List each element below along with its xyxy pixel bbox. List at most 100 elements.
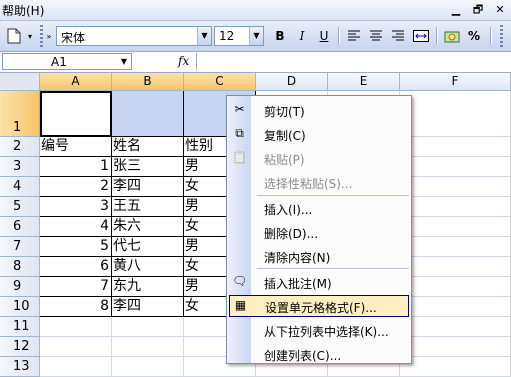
cell-a11[interactable] bbox=[40, 317, 112, 337]
row-header-9[interactable]: 9 bbox=[0, 277, 40, 297]
cell-b13[interactable] bbox=[112, 357, 184, 377]
row-header-5[interactable]: 5 bbox=[0, 197, 40, 217]
chevron-down-icon[interactable]: ▼ bbox=[249, 27, 263, 45]
cell-a2[interactable]: 编号 bbox=[40, 137, 112, 157]
row-header-12[interactable]: 12 bbox=[0, 337, 40, 357]
toolbar-options-icon[interactable]: ▾ bbox=[26, 26, 34, 46]
cell-f2[interactable] bbox=[400, 137, 511, 157]
name-box[interactable]: A1 ▼ bbox=[2, 53, 132, 70]
context-menu-item[interactable]: ✂ 剪切(T) bbox=[227, 99, 411, 121]
context-menu-item[interactable]: 插入(I)... bbox=[227, 197, 411, 219]
cell-a4[interactable]: 2 bbox=[40, 177, 112, 197]
context-menu-item[interactable]: 清除内容(N) bbox=[227, 245, 411, 267]
cell-a13[interactable] bbox=[40, 357, 112, 377]
row-header-7[interactable]: 7 bbox=[0, 237, 40, 257]
column-header-e[interactable]: E bbox=[328, 73, 400, 91]
context-menu-item[interactable]: 删除(D)... bbox=[227, 221, 411, 243]
cell-b11[interactable] bbox=[112, 317, 184, 337]
cell-f12[interactable] bbox=[400, 337, 511, 357]
context-menu-item-label: 插入批注(M) bbox=[264, 277, 332, 291]
toolbar-grip[interactable] bbox=[500, 25, 503, 47]
context-menu-item[interactable]: 从下拉列表中选择(K)... bbox=[227, 319, 411, 341]
row-header-11[interactable]: 11 bbox=[0, 317, 40, 337]
column-header-c[interactable]: C bbox=[184, 73, 256, 91]
context-menu-item[interactable]: 创建列表(C)... bbox=[227, 343, 411, 363]
cell-f8[interactable] bbox=[400, 257, 511, 277]
cell-b12[interactable] bbox=[112, 337, 184, 357]
cell-a9[interactable]: 7 bbox=[40, 277, 112, 297]
cell-b7[interactable]: 代七 bbox=[112, 237, 184, 257]
cell-b2[interactable]: 姓名 bbox=[112, 137, 184, 157]
align-left-icon[interactable] bbox=[344, 26, 364, 46]
cell-f11[interactable] bbox=[400, 317, 511, 337]
chevron-down-icon[interactable]: ▼ bbox=[197, 27, 211, 45]
cell-f5[interactable] bbox=[400, 197, 511, 217]
bold-button[interactable]: B bbox=[270, 26, 290, 46]
percent-button[interactable]: % bbox=[464, 26, 484, 46]
cell-f7[interactable] bbox=[400, 237, 511, 257]
column-header-f[interactable]: F bbox=[400, 73, 511, 91]
formula-input[interactable] bbox=[196, 53, 511, 70]
context-menu-item[interactable]: 🗨 插入批注(M) bbox=[227, 271, 411, 293]
row-header-3[interactable]: 3 bbox=[0, 157, 40, 177]
cell-b3[interactable]: 张三 bbox=[112, 157, 184, 177]
cell-f1[interactable] bbox=[400, 91, 511, 137]
formula-bar: A1 ▼ fx bbox=[0, 52, 511, 73]
context-menu-item[interactable]: ▦ 设置单元格格式(F)... bbox=[229, 295, 409, 317]
chevron-down-icon[interactable]: ▼ bbox=[117, 54, 131, 69]
italic-button[interactable]: I bbox=[292, 26, 312, 46]
currency-icon[interactable] bbox=[442, 26, 462, 46]
select-all-corner[interactable] bbox=[0, 73, 40, 91]
paste-icon: 📋 bbox=[232, 150, 247, 164]
cell-f10[interactable] bbox=[400, 297, 511, 317]
cell-b6[interactable]: 朱六 bbox=[112, 217, 184, 237]
align-center-icon[interactable] bbox=[366, 26, 386, 46]
column-header-b[interactable]: B bbox=[112, 73, 184, 91]
insert-function-icon[interactable]: fx bbox=[178, 54, 189, 68]
active-cell-a1[interactable] bbox=[40, 91, 112, 137]
cell-b1[interactable] bbox=[112, 91, 184, 137]
cell-f4[interactable] bbox=[400, 177, 511, 197]
cell-a7[interactable]: 5 bbox=[40, 237, 112, 257]
cell-f3[interactable] bbox=[400, 157, 511, 177]
cell-a10[interactable]: 8 bbox=[40, 297, 112, 317]
cell-a8[interactable]: 6 bbox=[40, 257, 112, 277]
row-header-10[interactable]: 10 bbox=[0, 297, 40, 317]
cell-b8[interactable]: 黄八 bbox=[112, 257, 184, 277]
toolbar-grip[interactable] bbox=[40, 25, 43, 47]
context-menu: ✂ 剪切(T) ⧉ 复制(C) 📋 粘贴(P) 选择性粘贴(S)... 插入(I)... 删除(… bbox=[226, 95, 412, 364]
cell-f6[interactable] bbox=[400, 217, 511, 237]
toolbar-chevron-icon[interactable]: » bbox=[45, 26, 53, 46]
row-header-1[interactable]: 1 bbox=[0, 91, 40, 137]
new-document-icon[interactable] bbox=[4, 26, 24, 46]
close-icon[interactable]: ✕ bbox=[492, 2, 508, 17]
cell-a3[interactable]: 1 bbox=[40, 157, 112, 177]
cell-f13[interactable] bbox=[400, 357, 511, 377]
align-right-icon[interactable] bbox=[388, 26, 408, 46]
row-header-2[interactable]: 2 bbox=[0, 137, 40, 157]
cell-a12[interactable] bbox=[40, 337, 112, 357]
menu-separator bbox=[257, 195, 409, 196]
minimize-icon[interactable]: ▁ bbox=[448, 2, 464, 17]
cell-b9[interactable]: 东九 bbox=[112, 277, 184, 297]
cell-b4[interactable]: 李四 bbox=[112, 177, 184, 197]
column-header-a[interactable]: A bbox=[40, 73, 112, 91]
column-header-d[interactable]: D bbox=[256, 73, 328, 91]
font-size-combo[interactable]: 12 ▼ bbox=[214, 26, 264, 46]
cell-a5[interactable]: 3 bbox=[40, 197, 112, 217]
context-menu-item[interactable]: ⧉ 复制(C) bbox=[227, 123, 411, 145]
font-name-combo[interactable]: 宋体 ▼ bbox=[56, 26, 212, 46]
menu-help[interactable]: 帮助(H) bbox=[2, 2, 44, 19]
merge-center-icon[interactable] bbox=[410, 26, 432, 46]
row-header-8[interactable]: 8 bbox=[0, 257, 40, 277]
row-header-6[interactable]: 6 bbox=[0, 217, 40, 237]
context-menu-item-label: 删除(D)... bbox=[264, 227, 319, 241]
cell-b10[interactable]: 李四 bbox=[112, 297, 184, 317]
underline-button[interactable]: U bbox=[314, 26, 334, 46]
restore-icon[interactable]: 🗗 bbox=[470, 2, 486, 17]
cell-f9[interactable] bbox=[400, 277, 511, 297]
cell-a6[interactable]: 4 bbox=[40, 217, 112, 237]
row-header-13[interactable]: 13 bbox=[0, 357, 40, 377]
row-header-4[interactable]: 4 bbox=[0, 177, 40, 197]
cell-b5[interactable]: 王五 bbox=[112, 197, 184, 217]
